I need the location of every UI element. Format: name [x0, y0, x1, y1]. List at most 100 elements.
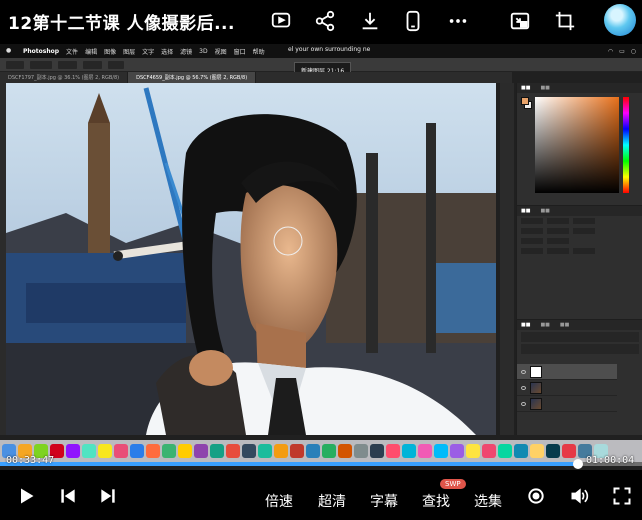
search-button[interactable]: 查找 — [422, 491, 450, 511]
dock-app-icon[interactable] — [130, 444, 144, 458]
subtitle-button[interactable]: 字幕 — [370, 491, 398, 511]
dock-app-icon[interactable] — [82, 444, 96, 458]
dock-app-icon[interactable] — [546, 444, 560, 458]
color-picker-field[interactable] — [535, 97, 619, 193]
progress-knob[interactable] — [572, 459, 583, 469]
menu-view[interactable]: 视图 — [215, 47, 227, 56]
dock-app-icon[interactable] — [114, 444, 128, 458]
prop-field[interactable] — [521, 228, 543, 234]
doc-tab-active[interactable]: DSCF4659_副本.jpg @ 56.7% (图层 2, RGB/8) — [128, 72, 257, 83]
dock-app-icon[interactable] — [210, 444, 224, 458]
dock-app-icon[interactable] — [386, 444, 400, 458]
ps-panel-dock[interactable] — [500, 83, 514, 435]
dock-app-icon[interactable] — [482, 444, 496, 458]
dock-app-icon[interactable] — [274, 444, 288, 458]
options-field[interactable] — [6, 60, 24, 69]
color-tab[interactable]: ■■ — [521, 85, 530, 91]
progress-bar[interactable] — [0, 459, 642, 469]
layer-row[interactable] — [517, 396, 617, 412]
dock-app-icon[interactable] — [242, 444, 256, 458]
properties-tabs[interactable]: ■■ ■■ — [517, 206, 642, 216]
layers-tab[interactable]: ■■ — [521, 322, 530, 328]
pip-icon[interactable] — [505, 6, 535, 36]
ps-canvas[interactable] — [6, 83, 496, 435]
layers-tabs[interactable]: ■■ ■■ ■■ — [517, 320, 642, 330]
share-icon[interactable] — [310, 6, 340, 36]
cast-icon[interactable] — [266, 6, 296, 36]
blend-mode-select[interactable] — [521, 344, 639, 354]
dock-app-icon[interactable] — [466, 444, 480, 458]
channels-tab[interactable]: ■■ — [540, 322, 549, 328]
eye-icon[interactable] — [521, 369, 526, 374]
menu-window[interactable]: 窗口 — [234, 47, 246, 56]
download-icon[interactable] — [355, 6, 385, 36]
prop-field[interactable] — [573, 248, 595, 254]
play-icon[interactable] — [14, 484, 38, 508]
adjustments-tab[interactable]: ■■ — [540, 208, 549, 214]
layer-row-selected[interactable] — [517, 364, 617, 380]
dock-app-icon[interactable] — [194, 444, 208, 458]
layer-row[interactable] — [517, 380, 617, 396]
menu-file[interactable]: 文件 — [66, 47, 78, 56]
crop-icon[interactable] — [550, 6, 580, 36]
dock-app-icon[interactable] — [418, 444, 432, 458]
eye-icon[interactable] — [521, 401, 526, 406]
dock-app-icon[interactable] — [178, 444, 192, 458]
menu-help[interactable]: 帮助 — [253, 47, 265, 56]
dock-app-icon[interactable] — [338, 444, 352, 458]
user-avatar[interactable] — [604, 4, 636, 36]
danmaku-icon[interactable] — [524, 484, 548, 508]
dock-app-icon[interactable] — [402, 444, 416, 458]
more-icon[interactable] — [443, 6, 473, 36]
dock-app-icon[interactable] — [562, 444, 576, 458]
dock-app-icon[interactable] — [434, 444, 448, 458]
menu-edit[interactable]: 编辑 — [85, 47, 97, 56]
phone-icon[interactable] — [398, 6, 428, 36]
fullscreen-icon[interactable] — [610, 484, 634, 508]
dock-app-icon[interactable] — [66, 444, 80, 458]
menu-image[interactable]: 图像 — [104, 47, 116, 56]
previous-icon[interactable] — [56, 484, 80, 508]
dock-app-icon[interactable] — [146, 444, 160, 458]
dock-app-icon[interactable] — [530, 444, 544, 458]
foreground-color-swatch[interactable] — [521, 97, 529, 105]
prop-field[interactable] — [521, 218, 543, 224]
episodes-button[interactable]: 选集 — [474, 491, 502, 511]
prop-field[interactable] — [547, 238, 569, 244]
options-field[interactable] — [108, 60, 125, 69]
dock-app-icon[interactable] — [370, 444, 384, 458]
options-field[interactable] — [83, 60, 103, 69]
dock-app-icon[interactable] — [162, 444, 176, 458]
prop-field[interactable] — [547, 228, 569, 234]
dock-app-icon[interactable] — [226, 444, 240, 458]
hue-slider[interactable] — [623, 97, 629, 193]
menu-3d[interactable]: 3D — [199, 48, 207, 55]
color-panel-tabs[interactable]: ■■ ■■ — [517, 83, 642, 93]
prop-field[interactable] — [521, 238, 543, 244]
options-field[interactable] — [29, 60, 52, 69]
dock-app-icon[interactable] — [450, 444, 464, 458]
options-field[interactable] — [57, 60, 77, 69]
dock-app-icon[interactable] — [322, 444, 336, 458]
speed-button[interactable]: 倍速 — [265, 491, 293, 511]
dock-app-icon[interactable] — [258, 444, 272, 458]
dock-app-icon[interactable] — [514, 444, 528, 458]
menu-type[interactable]: 文字 — [142, 47, 154, 56]
menu-layer[interactable]: 图层 — [123, 47, 135, 56]
prop-field[interactable] — [547, 218, 569, 224]
video-frame[interactable]: ● Photoshop 文件 编辑 图像 图层 文字 选择 滤镜 3D 视图 窗… — [0, 44, 642, 470]
paths-tab[interactable]: ■■ — [560, 322, 569, 328]
next-icon[interactable] — [96, 484, 120, 508]
prop-field[interactable] — [521, 248, 543, 254]
dock-app-icon[interactable] — [290, 444, 304, 458]
menu-filter[interactable]: 滤镜 — [180, 47, 192, 56]
properties-tab[interactable]: ■■ — [521, 208, 530, 214]
prop-field[interactable] — [573, 218, 595, 224]
dock-app-icon[interactable] — [306, 444, 320, 458]
quality-button[interactable]: 超清 — [318, 491, 346, 511]
volume-icon[interactable] — [567, 484, 591, 508]
menu-select[interactable]: 选择 — [161, 47, 173, 56]
doc-tab[interactable]: DSCF1797_副本.jpg @ 36.1% (图层 2, RGB/8) — [0, 72, 129, 83]
dock-app-icon[interactable] — [98, 444, 112, 458]
layer-filter[interactable] — [521, 332, 639, 342]
